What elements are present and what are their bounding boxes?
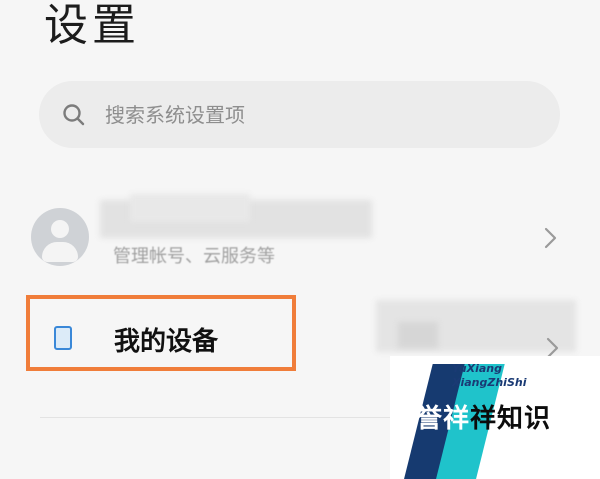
account-row[interactable]: 管理帐号、云服务等: [0, 186, 600, 278]
page-title: 设置: [44, 0, 140, 51]
watermark-en-line2: XiangZhiShi: [452, 376, 527, 389]
my-device-item[interactable]: 我的设备: [26, 295, 296, 371]
chevron-right-icon: [544, 227, 557, 249]
watermark-logo: YuXiang XiangZhiShi 誉祥祥知识: [390, 356, 600, 479]
account-subtitle: 管理帐号、云服务等: [113, 246, 275, 267]
watermark-zh: 誉祥祥知识: [416, 404, 552, 434]
watermark-en-line1: YuXiang: [452, 362, 502, 375]
device-info-redacted-2: [398, 322, 438, 348]
account-name-redacted-2: [130, 194, 250, 222]
search-input[interactable]: [103, 97, 547, 133]
phone-icon: [54, 326, 72, 350]
my-device-label: 我的设备: [114, 327, 219, 357]
search-bar[interactable]: [39, 81, 560, 148]
search-icon: [63, 104, 85, 126]
avatar-icon: [31, 208, 89, 266]
